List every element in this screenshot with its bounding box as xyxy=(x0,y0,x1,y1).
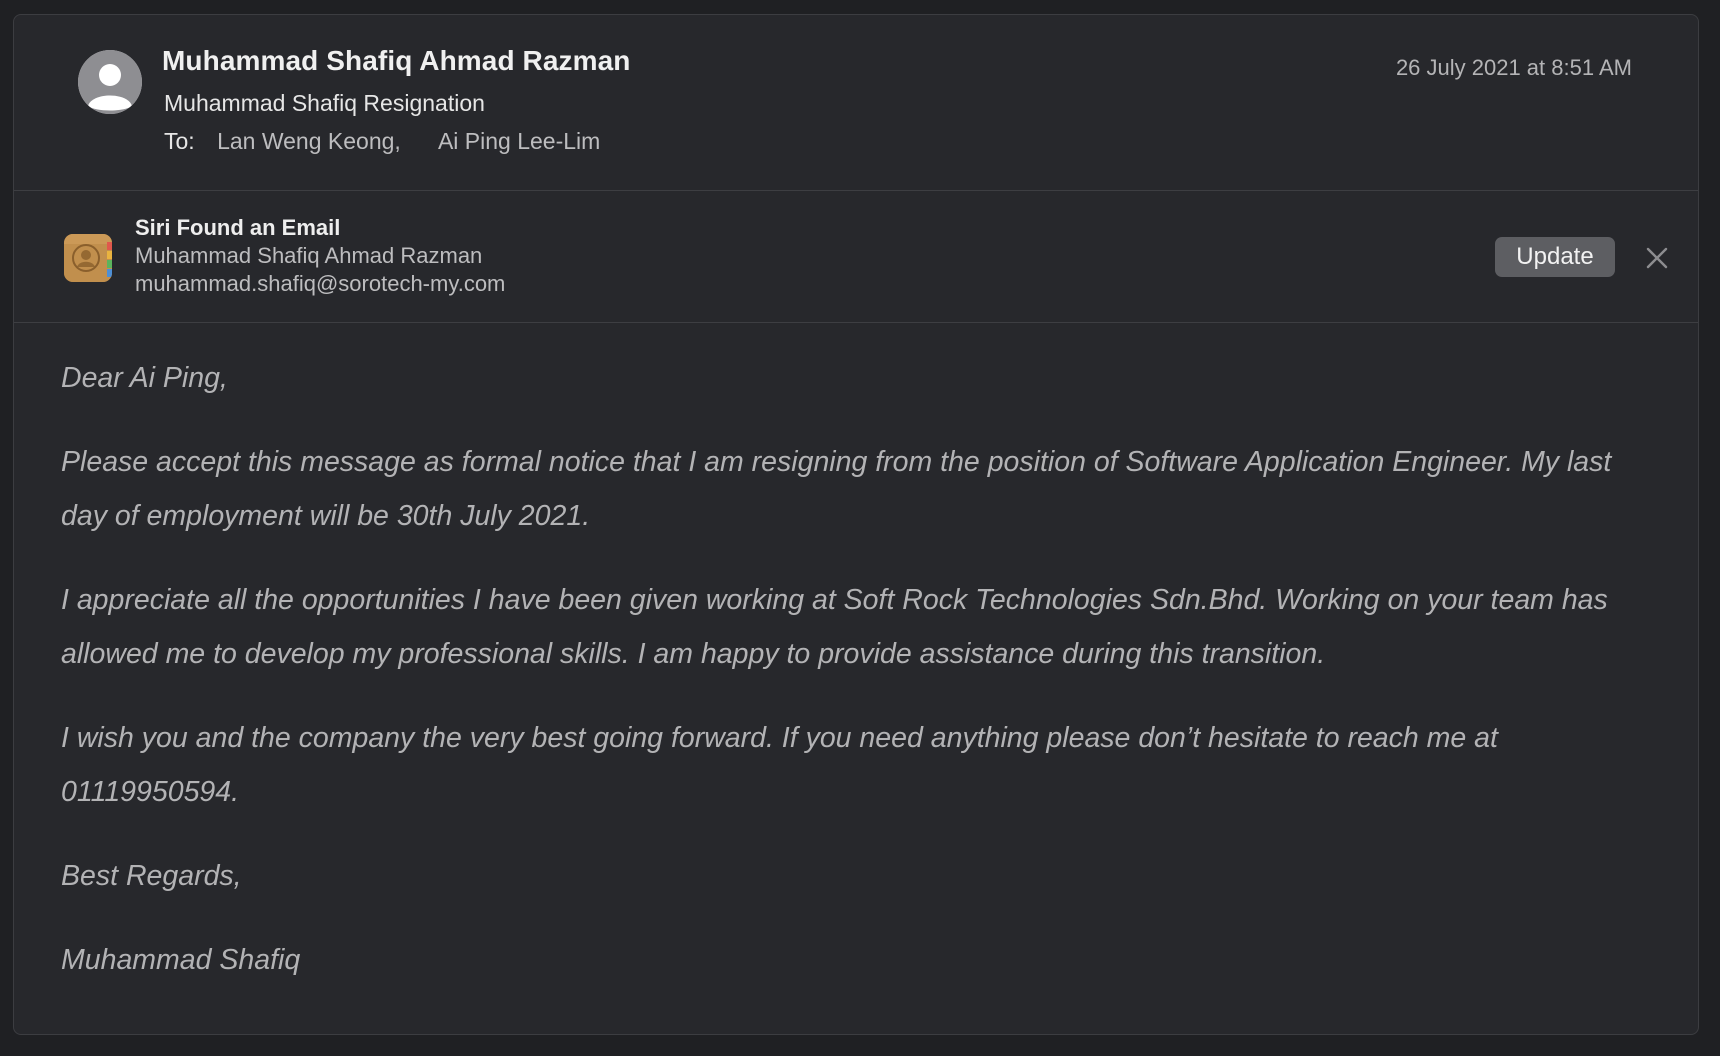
email-header: Muhammad Shafiq Ahmad Razman Muhammad Sh… xyxy=(14,15,1698,191)
recipients-line: To: Lan Weng Keong, Ai Ping Lee-Lim xyxy=(164,128,600,155)
sender-avatar[interactable] xyxy=(78,50,142,114)
email-date: 26 July 2021 at 8:51 AM xyxy=(1395,55,1632,80)
email-window: Muhammad Shafiq Ahmad Razman Muhammad Sh… xyxy=(13,14,1699,1035)
recipient-ai-ping-lee-lim[interactable]: Ai Ping Lee-Lim xyxy=(438,128,600,154)
person-silhouette-icon xyxy=(78,50,142,114)
update-button[interactable]: Update xyxy=(1495,237,1615,277)
message-signature: Muhammad Shafiq xyxy=(61,944,301,976)
siri-title: Siri Found an Email xyxy=(135,215,341,240)
siri-contact-name: Muhammad Shafiq Ahmad Razman xyxy=(135,243,483,268)
message-paragraph: I appreciate all the opportunities I hav… xyxy=(61,584,1608,670)
to-label: To: xyxy=(164,128,195,154)
close-icon[interactable] xyxy=(1643,244,1671,272)
recipient-lan-weng-keong[interactable]: Lan Weng Keong, xyxy=(217,128,401,154)
email-subject: Muhammad Shafiq Resignation xyxy=(164,90,485,116)
message-closing: Best Regards, xyxy=(61,860,242,892)
message-body[interactable]: Dear Ai Ping, Please accept this message… xyxy=(14,323,1661,987)
message-paragraph: Please accept this message as formal not… xyxy=(61,446,1612,532)
contacts-app-icon xyxy=(64,234,112,282)
sender-name[interactable]: Muhammad Shafiq Ahmad Razman xyxy=(162,45,631,77)
siri-contact-email: muhammad.shafiq@sorotech-my.com xyxy=(135,271,506,296)
message-paragraph: I wish you and the company the very best… xyxy=(61,722,1498,808)
message-greeting: Dear Ai Ping, xyxy=(61,362,228,394)
siri-suggestion-banner: Siri Found an Email Muhammad Shafiq Ahma… xyxy=(14,191,1698,323)
